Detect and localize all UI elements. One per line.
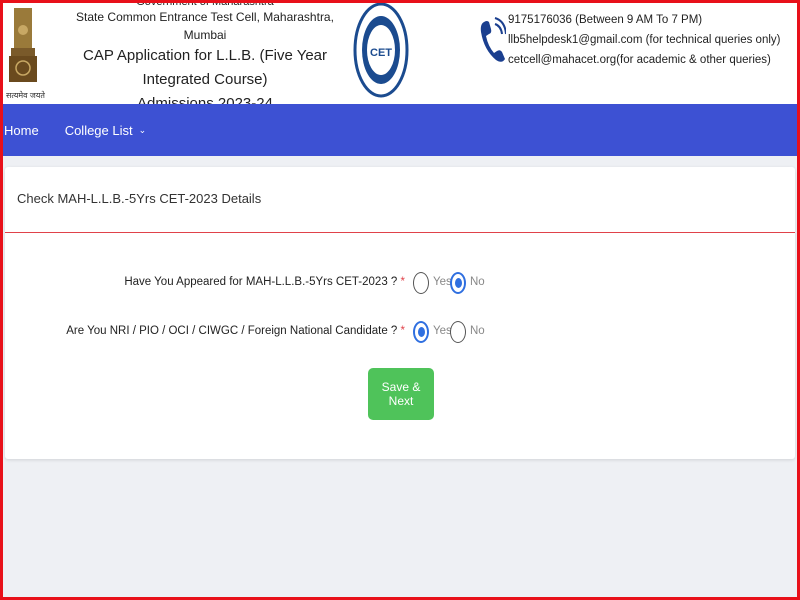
cell-title: State Common Entrance Test Cell, Maharas… [76, 10, 334, 42]
details-card: Check MAH-L.L.B.-5Yrs CET-2023 Details H… [5, 167, 795, 459]
question-nri: Are You NRI / PIO / OCI / CIWGC / Foreig… [5, 321, 795, 347]
nri-no-label[interactable]: No [470, 325, 485, 337]
save-next-button[interactable]: Save & Next [368, 368, 434, 420]
contact-academic-email[interactable]: cetcell@mahacet.org(for academic & other… [508, 52, 780, 72]
contact-phone: 9175176036 (Between 9 AM To 7 PM) [508, 14, 703, 26]
nav-college-list[interactable]: College List ⌄ [65, 104, 146, 156]
gov-title: Government of Maharashtra [136, 0, 274, 8]
question-nri-label: Are You NRI / PIO / OCI / CIWGC / Foreig… [66, 325, 405, 337]
question-nri-text: Are You NRI / PIO / OCI / CIWGC / Foreig… [66, 325, 398, 337]
question-appeared: Have You Appeared for MAH-L.L.B.-5Yrs CE… [5, 272, 795, 298]
nri-yes-radio[interactable] [413, 321, 429, 343]
cet-logo-icon: CET [353, 2, 409, 98]
required-marker: * [400, 276, 405, 288]
cet-logo-text: CET [370, 47, 392, 59]
phone-icon [480, 17, 506, 62]
admissions-title: Admissions 2023-24 [137, 95, 273, 104]
card-title: Check MAH-L.L.B.-5Yrs CET-2023 Details [17, 191, 262, 206]
nav-home[interactable]: Home [4, 104, 39, 156]
navbar: Home College List ⌄ [0, 104, 800, 156]
cap-title: CAP Application for L.L.B. (Five Year In… [82, 47, 328, 88]
page-header: सत्यमेव जयते Government of Maharashtra S… [0, 0, 800, 104]
contact-lines: 9175176036 (Between 9 AM To 7 PM) llb5he… [508, 12, 780, 72]
nav-home-label: Home [4, 122, 39, 138]
contact-tech-email[interactable]: llb5helpdesk1@gmail.com (for technical q… [508, 32, 780, 52]
appeared-yes-label[interactable]: Yes [433, 276, 452, 288]
question-appeared-label: Have You Appeared for MAH-L.L.B.-5Yrs CE… [124, 276, 405, 288]
question-appeared-text: Have You Appeared for MAH-L.L.B.-5Yrs CE… [124, 276, 398, 288]
national-emblem-icon [9, 8, 37, 82]
emblem-caption: सत्यमेव जयते [6, 91, 45, 100]
card-header: Check MAH-L.L.B.-5Yrs CET-2023 Details [5, 167, 795, 233]
chevron-down-icon: ⌄ [138, 124, 147, 135]
title-block: Government of Maharashtra State Common E… [60, 0, 350, 104]
appeared-yes-radio[interactable] [413, 272, 429, 294]
nri-yes-label[interactable]: Yes [433, 325, 452, 337]
nav-college-list-label: College List [64, 122, 133, 138]
nri-no-radio[interactable] [450, 321, 466, 343]
appeared-no-label[interactable]: No [470, 276, 485, 288]
appeared-no-radio[interactable] [450, 272, 466, 294]
required-marker: * [400, 325, 405, 337]
